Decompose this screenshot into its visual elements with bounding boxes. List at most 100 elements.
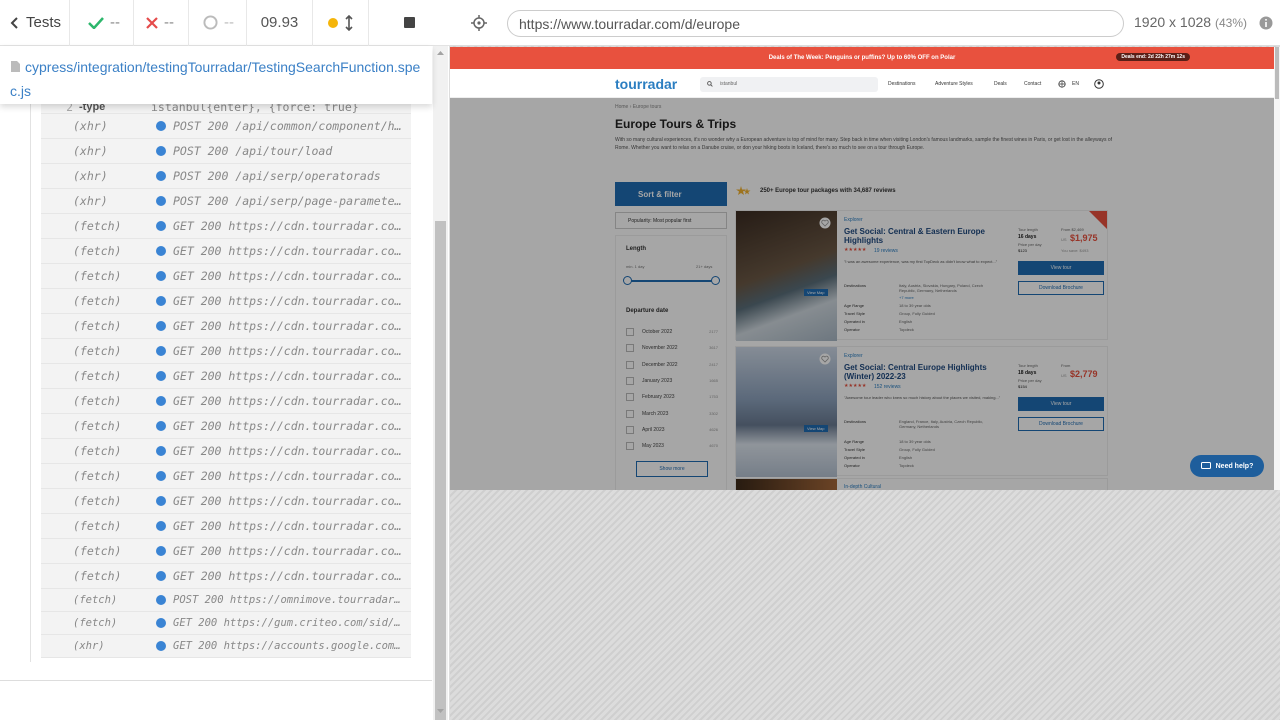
request-status-icon	[156, 471, 166, 481]
aut-iframe: Deals of The Week: Penguins or puffins? …	[450, 47, 1274, 490]
command-row[interactable]: (fetch) GET 200 https://gum.criteo.com/si…	[41, 612, 411, 635]
command-message: GET 200 https://cdn.tourradar.com/s3/	[173, 319, 411, 333]
request-status-icon	[156, 546, 166, 556]
nav-language[interactable]: EN	[1072, 81, 1079, 87]
pending-value: --	[224, 14, 234, 31]
duration: 09.93	[247, 0, 313, 46]
command-row[interactable]: (xhr) POST 200 /api/common/component/head…	[41, 114, 411, 139]
command-event-type: (fetch)	[73, 394, 122, 408]
command-message: GET 200 https://cdn.tourradar.com/s3/	[173, 294, 411, 308]
aut-url-bar: https://www.tourradar.com/d/europe 1920 …	[450, 0, 1280, 46]
request-status-icon	[156, 221, 166, 231]
tests-button[interactable]: Tests	[0, 0, 70, 46]
command-event-type: (fetch)	[73, 294, 122, 308]
command-row[interactable]: (fetch) GET 200 https://cdn.tourradar.com…	[41, 214, 411, 239]
command-message: GET 200 https://cdn.tourradar.com/s3/	[173, 344, 411, 358]
command-message: GET 200 https://cdn.tourradar.com/s3/	[173, 394, 411, 408]
nav-deals[interactable]: Deals	[994, 81, 1007, 87]
site-search-input[interactable]: istanbul	[700, 77, 878, 92]
command-row[interactable]: (fetch) GET 200 https://cdn.tourradar.com…	[41, 489, 411, 514]
command-row[interactable]: (fetch) GET 200 https://cdn.tourradar.com…	[41, 239, 411, 264]
scroll-up-icon	[437, 51, 444, 55]
command-row[interactable]: (fetch) GET 200 https://cdn.tourradar.com…	[41, 314, 411, 339]
running-indicator-icon	[327, 17, 338, 28]
promo-text: Deals of The Week: Penguins or puffins? …	[768, 55, 956, 61]
command-log: 2 -type istanbul{enter}, {force: true} (…	[0, 100, 432, 680]
command-row[interactable]: (fetch) GET 200 https://cdn.tourradar.com…	[41, 389, 411, 414]
auto-scroll-toggle[interactable]	[313, 0, 369, 46]
url-field[interactable]: https://www.tourradar.com/d/europe	[507, 10, 1124, 37]
passed-count: --	[70, 0, 134, 46]
user-icon[interactable]	[1094, 79, 1104, 89]
promo-banner[interactable]: Deals of The Week: Penguins or puffins? …	[450, 47, 1274, 69]
command-event-type: (xhr)	[73, 640, 105, 652]
request-status-icon	[156, 246, 166, 256]
command-message: POST 200 /api/serp/page-parameters	[173, 194, 409, 208]
nav-adventure-styles[interactable]: Adventure Styles	[935, 81, 973, 87]
stop-button[interactable]	[369, 0, 450, 46]
command-row[interactable]: (xhr) GET 200 https://accounts.google.com…	[41, 635, 411, 658]
command-row[interactable]: (fetch) GET 200 https://cdn.tourradar.com…	[41, 439, 411, 464]
request-status-icon	[156, 521, 166, 531]
scroll-arrows-icon	[344, 14, 353, 31]
command-event-type: (fetch)	[73, 419, 122, 433]
request-status-icon	[156, 421, 166, 431]
command-row[interactable]: (fetch) GET 200 https://cdn.tourradar.com…	[41, 339, 411, 364]
command-row[interactable]: (fetch) GET 200 https://cdn.tourradar.com…	[41, 464, 411, 489]
aut-scrollbar[interactable]	[1274, 47, 1280, 490]
command-event-type: (fetch)	[73, 269, 122, 283]
request-status-icon	[156, 496, 166, 506]
chat-icon	[1200, 462, 1211, 469]
command-event-type: (xhr)	[73, 119, 108, 133]
request-status-icon	[156, 571, 166, 581]
aut-scrollbar-thumb[interactable]	[1275, 47, 1279, 99]
command-message: GET 200 https://cdn.tourradar.com/s3/	[173, 544, 411, 558]
request-status-icon	[156, 196, 166, 206]
command-row[interactable]: (fetch) GET 200 https://cdn.tourradar.com…	[41, 514, 411, 539]
request-status-icon	[156, 595, 166, 605]
command-row[interactable]: (xhr) POST 200 /api/serp/operatorads	[41, 164, 411, 189]
site-header: tourradar istanbul Destinations Adventur…	[450, 69, 1274, 98]
command-message: POST 200 https://omnimove.tourradar.com/…	[173, 594, 411, 606]
command-row[interactable]: (fetch) POST 200 https://omnimove.tourrad…	[41, 589, 411, 612]
nav-destinations[interactable]: Destinations	[888, 81, 916, 87]
request-status-icon	[156, 641, 166, 651]
command-message: GET 200 https://cdn.tourradar.com/s3/	[173, 269, 411, 283]
command-row[interactable]: (xhr) POST 200 /api/tour/load	[41, 139, 411, 164]
command-message: POST 200 /api/common/component/header	[173, 119, 411, 133]
reporter-header: Tests -- -- -- 09.93	[0, 0, 450, 46]
reporter-scrollbar[interactable]	[433, 46, 448, 720]
scrollbar-thumb[interactable]	[435, 221, 446, 720]
need-help-button[interactable]: Need help?	[1190, 455, 1264, 477]
command-message: POST 200 /api/serp/operatorads	[173, 169, 381, 183]
command-event-type: (fetch)	[73, 444, 122, 458]
request-status-icon	[156, 296, 166, 306]
request-status-icon	[156, 396, 166, 406]
selector-playground-icon[interactable]	[471, 15, 487, 31]
viewport-info: 1920 x 1028 (43%)	[1134, 14, 1247, 30]
nav-contact[interactable]: Contact	[1024, 81, 1041, 87]
need-help-label: Need help?	[1215, 462, 1254, 470]
chevron-left-icon	[10, 16, 18, 29]
request-status-icon	[156, 618, 166, 628]
command-row[interactable]: (fetch) GET 200 https://cdn.tourradar.com…	[41, 364, 411, 389]
info-icon[interactable]	[1259, 16, 1273, 30]
command-row[interactable]: (fetch) GET 200 https://cdn.tourradar.com…	[41, 564, 411, 589]
command-row[interactable]: (xhr) POST 200 /api/serp/page-parameters	[41, 189, 411, 214]
command-message: GET 200 https://cdn.tourradar.com/s3/	[173, 369, 411, 383]
command-row[interactable]: (fetch) GET 200 https://cdn.tourradar.com…	[41, 264, 411, 289]
command-event-type: (xhr)	[73, 169, 108, 183]
spec-path-text: cypress/integration/testingTourradar/Tes…	[10, 59, 421, 99]
passed-value: --	[110, 14, 120, 31]
spec-file-path[interactable]: cypress/integration/testingTourradar/Tes…	[0, 46, 432, 104]
request-status-icon	[156, 271, 166, 281]
stop-icon	[404, 17, 415, 28]
command-event-type: (fetch)	[73, 244, 122, 258]
command-row[interactable]: (fetch) GET 200 https://cdn.tourradar.com…	[41, 289, 411, 314]
command-row[interactable]: (fetch) GET 200 https://cdn.tourradar.com…	[41, 539, 411, 564]
globe-icon	[1058, 80, 1066, 88]
command-event-type: (fetch)	[73, 519, 122, 533]
request-status-icon	[156, 321, 166, 331]
command-row[interactable]: (fetch) GET 200 https://cdn.tourradar.com…	[41, 414, 411, 439]
tourradar-logo[interactable]: tourradar	[615, 76, 677, 92]
